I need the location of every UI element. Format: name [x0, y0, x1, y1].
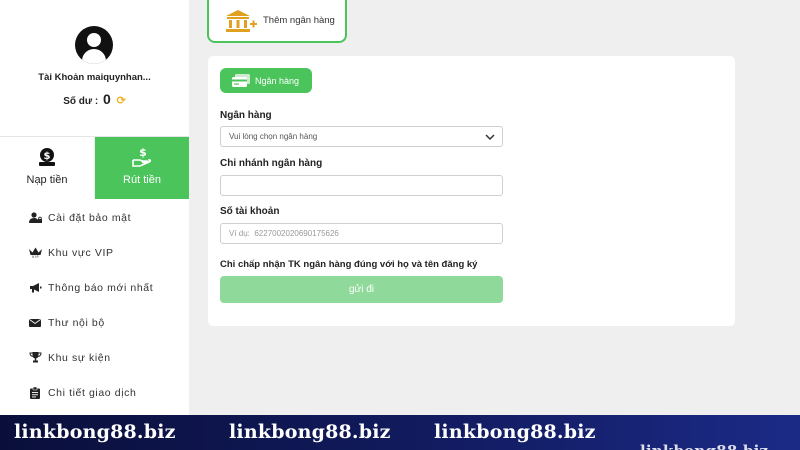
account-label: Tài Khoản — [38, 72, 85, 83]
account-number-label: Số tài khoản — [220, 206, 280, 217]
sidebar-item-inbox[interactable]: Thư nội bộ — [0, 305, 189, 340]
sidebar-menu: Cài đặt bảo mật VIP Khu vực VIP Thông bá… — [0, 200, 189, 410]
bank-form-card: Ngân hàng Ngân hàng Vui lòng chọn ngân h… — [208, 56, 735, 326]
account-panel: Tài Khoản maiquynhan... Số dư : 0 ⟳ — [0, 0, 189, 136]
chevron-down-icon — [484, 131, 496, 143]
bank-add-icon — [225, 9, 257, 33]
tab-deposit[interactable]: $ Nạp tiền — [0, 137, 95, 199]
sidebar-item-security[interactable]: Cài đặt bảo mật — [0, 200, 189, 235]
svg-text:VIP: VIP — [31, 255, 38, 258]
balance: Số dư : 0 ⟳ — [0, 91, 189, 107]
bank-section-label: Ngân hàng — [255, 75, 300, 86]
sidebar-item-label: Khu sự kiện — [48, 351, 111, 364]
withdraw-icon: $ — [95, 147, 189, 167]
megaphone-icon — [28, 282, 42, 294]
branch-field-label: Chi nhánh ngân hàng — [220, 158, 323, 169]
trophy-icon — [28, 352, 42, 364]
add-bank-button[interactable]: Thêm ngân hàng — [207, 0, 347, 43]
watermark-text: linkbong88.biz — [14, 421, 176, 443]
bank-select-value: Vui lòng chọn ngân hàng — [229, 132, 318, 141]
watermark-band: linkbong88.biz linkbong88.biz linkbong88… — [0, 415, 800, 450]
clipboard-icon — [28, 386, 42, 399]
balance-label: Số dư : — [63, 96, 99, 107]
avatar-icon[interactable] — [75, 26, 113, 64]
refresh-icon[interactable]: ⟳ — [117, 94, 126, 107]
balance-value: 0 — [103, 91, 111, 107]
svg-text:$: $ — [44, 151, 51, 162]
sidebar-item-label: Thư nội bộ — [48, 316, 105, 329]
name-match-note: Chỉ chấp nhận TK ngân hàng đúng với họ v… — [220, 259, 478, 270]
sidebar-item-label: Chi tiết giao dịch — [48, 386, 137, 399]
bank-field-label: Ngân hàng — [220, 110, 272, 121]
tab-withdraw[interactable]: $ Rút tiền — [95, 137, 189, 199]
add-bank-label: Thêm ngân hàng — [263, 15, 335, 26]
tab-deposit-label: Nạp tiền — [26, 174, 68, 186]
svg-text:$: $ — [139, 147, 147, 159]
account-name: Tài Khoản maiquynhan... — [0, 72, 189, 83]
watermark-text: linkbong88.biz — [640, 442, 768, 450]
watermark-text: linkbong88.biz — [434, 421, 596, 443]
crown-icon: VIP — [28, 247, 42, 259]
envelope-icon — [28, 317, 42, 329]
branch-input[interactable] — [220, 175, 503, 196]
bank-select[interactable]: Vui lòng chọn ngân hàng — [220, 126, 503, 147]
sidebar-item-events[interactable]: Khu sự kiện — [0, 340, 189, 375]
submit-button[interactable]: gửi đi — [220, 276, 503, 303]
bank-section-pill[interactable]: Ngân hàng — [220, 68, 312, 93]
sidebar-item-label: Cài đặt bảo mật — [48, 211, 132, 224]
sidebar-item-label: Thông báo mới nhất — [48, 281, 154, 294]
account-username: maiquynhan... — [86, 72, 151, 83]
sidebar-item-notifications[interactable]: Thông báo mới nhất — [0, 270, 189, 305]
user-lock-icon — [28, 212, 42, 224]
sidebar-item-label: Khu vực VIP — [48, 246, 114, 259]
transaction-tabs: $ Nạp tiền $ Rút tiền — [0, 136, 189, 199]
deposit-icon: $ — [0, 147, 94, 167]
sidebar-item-vip[interactable]: VIP Khu vực VIP — [0, 235, 189, 270]
sidebar: Tài Khoản maiquynhan... Số dư : 0 ⟳ $ Nạ… — [0, 0, 189, 415]
sidebar-item-transactions[interactable]: Chi tiết giao dịch — [0, 375, 189, 410]
credit-card-icon — [232, 73, 250, 88]
tab-withdraw-label: Rút tiền — [123, 174, 161, 186]
account-number-input[interactable] — [220, 223, 503, 244]
watermark-text: linkbong88.biz — [229, 421, 391, 443]
